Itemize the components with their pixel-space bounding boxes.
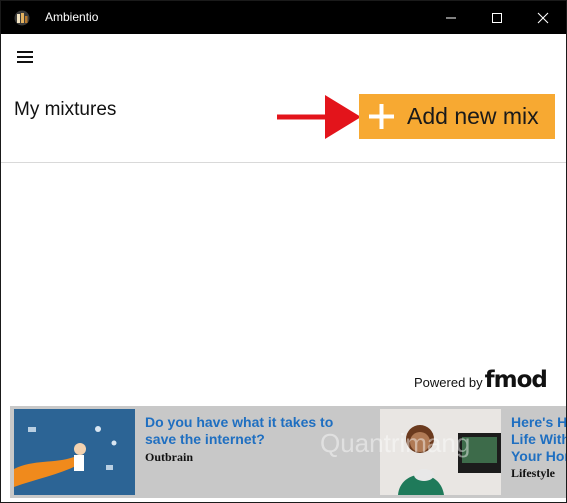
app-logo-icon bbox=[14, 10, 30, 26]
hamburger-menu-icon[interactable] bbox=[15, 47, 37, 67]
ad-title-1[interactable]: Do you have what it takes to save the in… bbox=[145, 414, 350, 448]
app-window: Ambientio My mixtures Add new mix Powere… bbox=[0, 0, 567, 503]
add-new-mix-button[interactable]: Add new mix bbox=[359, 94, 555, 139]
powered-by-fmod: Powered by fmod bbox=[414, 367, 548, 393]
ad-image-superhero[interactable] bbox=[14, 409, 135, 495]
maximize-button[interactable] bbox=[474, 1, 520, 34]
maximize-icon bbox=[492, 12, 502, 23]
powered-by-label: Powered by bbox=[414, 375, 483, 390]
ad-image-woman-tv[interactable] bbox=[380, 409, 501, 495]
header-divider bbox=[1, 162, 566, 163]
ad-banner[interactable]: Do you have what it takes to save the in… bbox=[10, 406, 566, 498]
red-arrow-icon bbox=[277, 95, 361, 139]
fmod-logo: fmod bbox=[484, 367, 548, 393]
ad-source-2: Lifestyle bbox=[511, 466, 555, 480]
ad-title-2[interactable]: Here's H Life With Your Hon bbox=[511, 414, 566, 465]
add-new-mix-label: Add new mix bbox=[407, 103, 539, 129]
plus-icon bbox=[359, 94, 409, 139]
close-icon bbox=[537, 12, 549, 23]
title-bar[interactable]: Ambientio bbox=[1, 1, 566, 34]
window-title: Ambientio bbox=[45, 10, 99, 24]
page-title: My mixtures bbox=[14, 99, 117, 120]
ad-source-1: Outbrain bbox=[145, 450, 194, 464]
minimize-icon bbox=[446, 17, 456, 18]
close-button[interactable] bbox=[520, 1, 566, 34]
ad-title-2-text: Here's H Life With Your Hon bbox=[511, 414, 566, 464]
minimize-button[interactable] bbox=[428, 1, 474, 34]
